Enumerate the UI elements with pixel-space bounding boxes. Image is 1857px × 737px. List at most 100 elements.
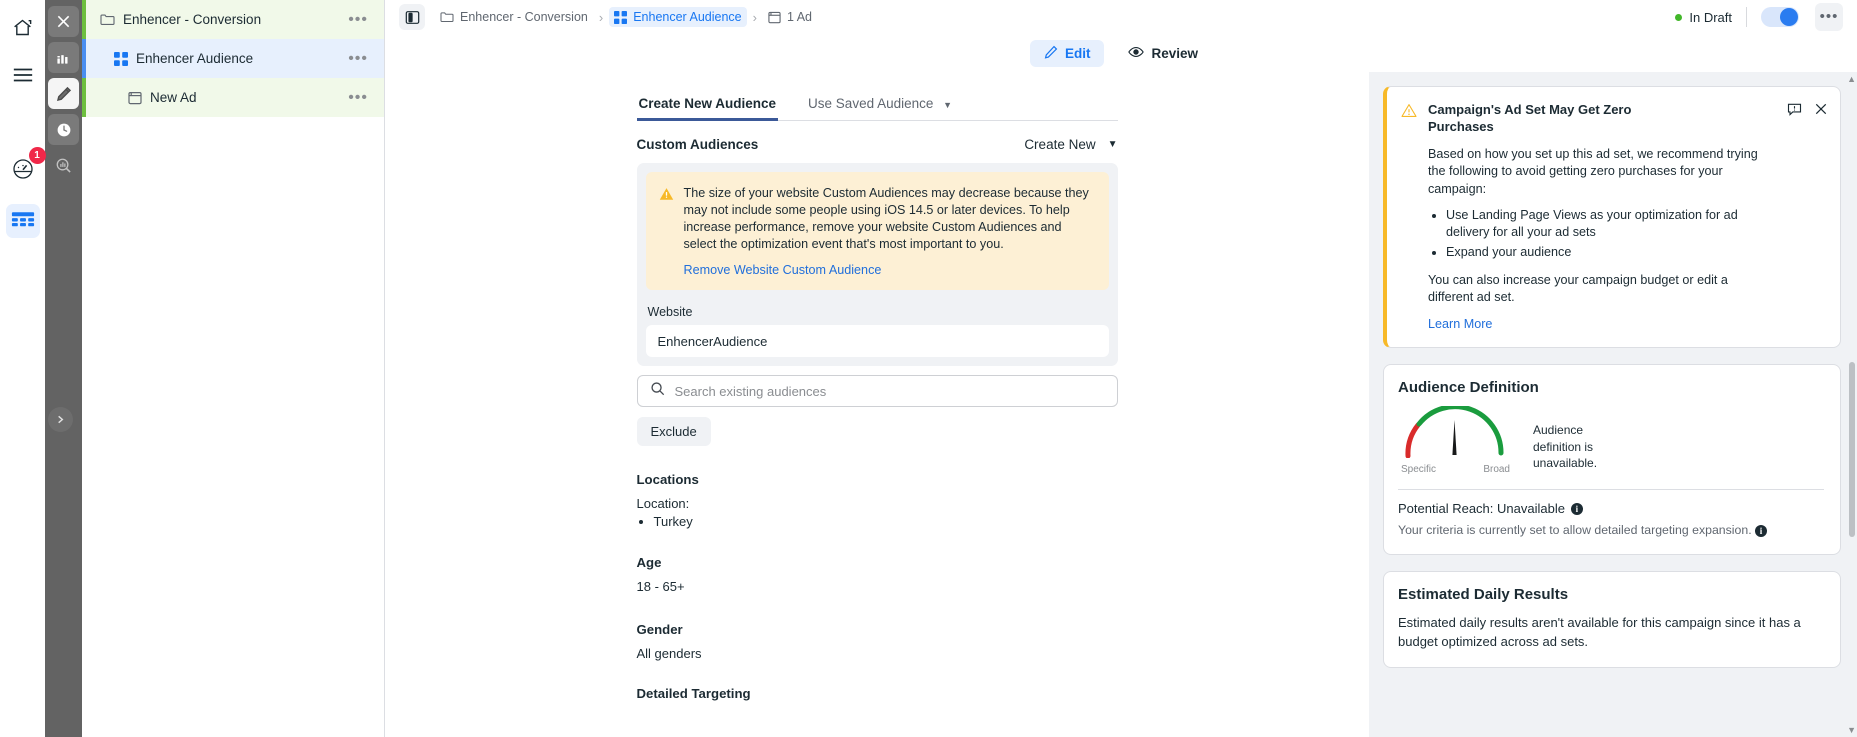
breadcrumb: Enhencer - Conversion › Enhencer Audienc… bbox=[435, 7, 817, 27]
info-icon[interactable]: i bbox=[1570, 502, 1583, 515]
grid-icon bbox=[614, 10, 628, 24]
tree-row-ad[interactable]: New Ad ••• bbox=[82, 78, 384, 117]
top-bar: Enhencer - Conversion › Enhencer Audienc… bbox=[385, 0, 1857, 34]
eye-icon bbox=[1128, 45, 1145, 62]
gauge-label-specific: Specific bbox=[1401, 464, 1437, 476]
remove-website-custom-audience-link[interactable]: Remove Website Custom Audience bbox=[684, 263, 1095, 277]
estimated-daily-results-title: Estimated Daily Results bbox=[1398, 586, 1569, 604]
tree-row-menu[interactable]: ••• bbox=[348, 51, 368, 66]
home-icon[interactable] bbox=[6, 10, 40, 44]
tree-row-label: Enhencer Audience bbox=[136, 51, 254, 66]
search-chart-icon[interactable] bbox=[48, 150, 79, 181]
tab-use-saved-audience-label: Use Saved Audience bbox=[808, 96, 934, 111]
folder-icon bbox=[100, 13, 115, 26]
mode-tabs: Edit Review bbox=[385, 34, 1857, 72]
gauge-label-broad: Broad bbox=[1483, 464, 1510, 476]
audience-form: Create New Audience Use Saved Audience ▼… bbox=[636, 72, 1118, 737]
list-item: Expand your audience bbox=[1446, 244, 1776, 261]
status-dot-icon bbox=[1675, 13, 1683, 21]
close-icon[interactable] bbox=[1814, 102, 1828, 116]
row-accent-bar bbox=[82, 78, 86, 117]
pencil-icon[interactable] bbox=[48, 78, 79, 109]
website-audience-value: EnhencerAudience bbox=[657, 333, 768, 349]
more-options-button[interactable]: ••• bbox=[1815, 3, 1843, 31]
exclude-button[interactable]: Exclude bbox=[636, 417, 711, 446]
alert-actions bbox=[1787, 101, 1828, 333]
section-title: Custom Audiences bbox=[636, 137, 759, 152]
active-toggle[interactable] bbox=[1761, 7, 1799, 27]
tree-row-menu[interactable]: ••• bbox=[348, 12, 368, 27]
search-icon bbox=[650, 381, 665, 401]
close-icon[interactable] bbox=[48, 6, 79, 37]
detailed-targeting-title: Detailed Targeting bbox=[636, 685, 751, 701]
tree-row-campaign[interactable]: Enhencer - Conversion ••• bbox=[82, 0, 384, 39]
right-rail-scrollbar[interactable]: ▲ ▼ bbox=[1847, 72, 1857, 737]
potential-reach-subtext: Your criteria is currently set to allow … bbox=[1398, 522, 1824, 539]
tree-row-label: New Ad bbox=[150, 90, 197, 105]
audience-definition-title: Audience Definition bbox=[1398, 379, 1539, 397]
feedback-icon[interactable] bbox=[1787, 102, 1802, 117]
breadcrumb-item-campaign[interactable]: Enhencer - Conversion bbox=[435, 7, 593, 27]
locations-block: Locations Location: Turkey bbox=[637, 472, 1118, 529]
row-accent-bar bbox=[82, 0, 86, 39]
learn-more-link[interactable]: Learn More bbox=[1428, 317, 1492, 331]
gauge-labels: Specific Broad bbox=[1398, 464, 1513, 475]
tab-create-new-audience[interactable]: Create New Audience bbox=[636, 86, 779, 121]
age-block: Age 18 - 65+ bbox=[637, 555, 1118, 597]
warning-triangle-icon bbox=[1401, 101, 1417, 333]
custom-audiences-header: Custom Audiences Create New ▼ bbox=[637, 137, 1118, 152]
ios-warning-banner: The size of your website Custom Audience… bbox=[645, 172, 1109, 290]
breadcrumb-label: Enhencer Audience bbox=[633, 10, 742, 24]
content-area: Create New Audience Use Saved Audience ▼… bbox=[385, 72, 1857, 737]
bar-chart-icon[interactable] bbox=[48, 42, 79, 73]
expand-panel-button[interactable] bbox=[48, 407, 73, 432]
alert-footer: You can also increase your campaign budg… bbox=[1428, 273, 1728, 305]
tab-review[interactable]: Review bbox=[1114, 40, 1212, 67]
location-label: Location: bbox=[636, 496, 690, 511]
search-audiences-input[interactable]: Search existing audiences bbox=[636, 375, 1118, 407]
tree-row-adset[interactable]: Enhencer Audience ••• bbox=[82, 39, 384, 78]
speedometer-icon[interactable]: 1 bbox=[6, 147, 46, 186]
info-icon[interactable]: i bbox=[1755, 525, 1768, 538]
audience-form-panel: Create New Audience Use Saved Audience ▼… bbox=[385, 72, 1369, 737]
tab-use-saved-audience[interactable]: Use Saved Audience ▼ bbox=[806, 86, 954, 120]
scrollbar-thumb[interactable] bbox=[1849, 362, 1855, 537]
gender-title: Gender bbox=[636, 622, 683, 637]
scroll-up-arrow-icon[interactable]: ▲ bbox=[1847, 74, 1856, 84]
scroll-down-arrow-icon[interactable]: ▼ bbox=[1847, 725, 1856, 735]
potential-reach-label: Potential Reach: Unavailable bbox=[1398, 501, 1565, 517]
audience-definition-note: Audience definition is unavailable. bbox=[1533, 423, 1598, 471]
row-accent-bar bbox=[82, 39, 86, 78]
create-new-label: Create New bbox=[1024, 137, 1096, 152]
notification-badge: 1 bbox=[28, 147, 46, 164]
status-badge: In Draft bbox=[1689, 9, 1732, 25]
table-icon[interactable] bbox=[5, 204, 40, 238]
left-icon-rail: 1 bbox=[0, 0, 46, 737]
ad-icon bbox=[768, 11, 781, 24]
gender-block: Gender All genders bbox=[637, 622, 1118, 664]
divider bbox=[1746, 7, 1747, 27]
warning-triangle-icon bbox=[659, 185, 674, 277]
folder-icon bbox=[440, 11, 454, 23]
age-title: Age bbox=[636, 554, 662, 570]
clock-icon[interactable] bbox=[48, 114, 79, 145]
website-label: Website bbox=[647, 305, 693, 319]
tree-row-menu[interactable]: ••• bbox=[348, 90, 368, 105]
locations-title: Locations bbox=[636, 472, 699, 487]
menu-icon[interactable] bbox=[6, 58, 40, 92]
estimated-daily-results-body: Estimated daily results aren't available… bbox=[1398, 615, 1801, 650]
website-audience-field[interactable]: EnhencerAudience bbox=[645, 325, 1109, 357]
divider bbox=[1398, 489, 1824, 491]
campaign-tree-sidebar: Enhencer - Conversion ••• Enhencer Audie… bbox=[82, 0, 385, 737]
breadcrumb-separator: › bbox=[598, 9, 604, 25]
gender-value: All genders bbox=[636, 646, 702, 661]
warning-text: The size of your website Custom Audience… bbox=[683, 186, 1089, 251]
tab-edit[interactable]: Edit bbox=[1029, 39, 1105, 67]
breadcrumb-item-adset[interactable]: Enhencer Audience bbox=[609, 7, 747, 27]
panel-toggle-icon[interactable] bbox=[399, 4, 425, 30]
dark-toolbar bbox=[45, 0, 82, 737]
audience-definition-card: Audience Definition Specific Broad Audie… bbox=[1383, 364, 1841, 556]
breadcrumb-item-ad[interactable]: 1 Ad bbox=[763, 7, 817, 27]
create-new-button[interactable]: Create New ▼ bbox=[1024, 137, 1117, 152]
zero-purchases-alert-card: Campaign's Ad Set May Get Zero Purchases… bbox=[1383, 86, 1841, 349]
